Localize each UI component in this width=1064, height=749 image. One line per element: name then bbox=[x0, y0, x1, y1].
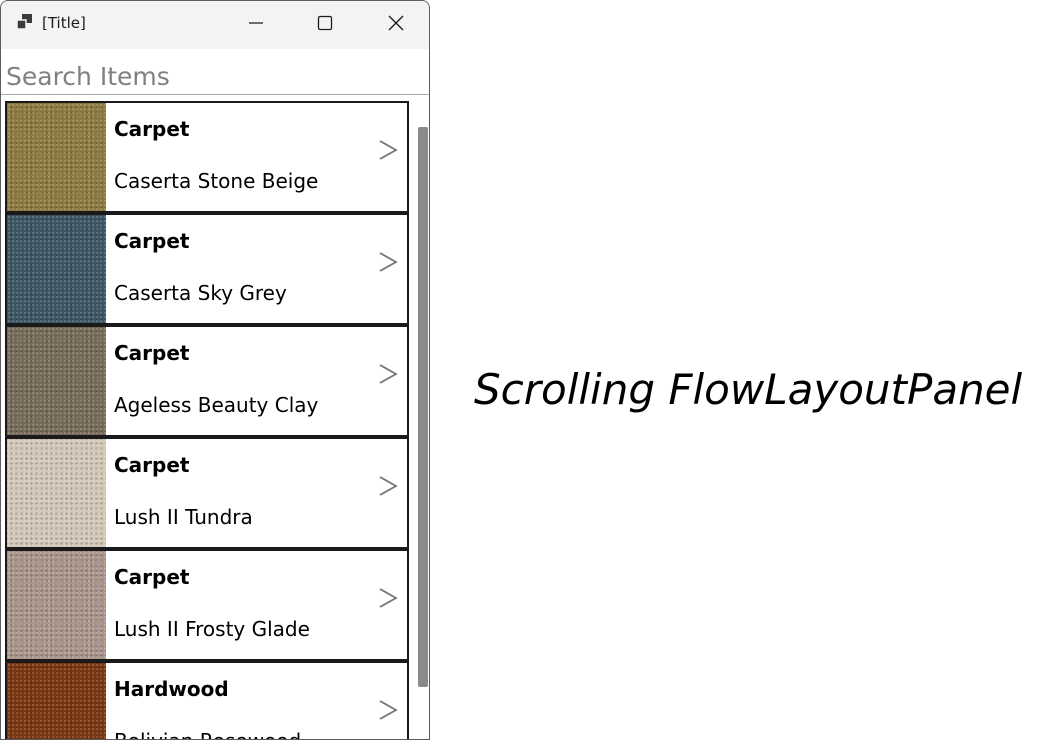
list-item[interactable]: Carpet Caserta Stone Beige bbox=[5, 101, 409, 213]
chevron-right-icon[interactable] bbox=[376, 250, 400, 274]
item-category: Carpet bbox=[114, 229, 190, 253]
app-window: [Title] Carpet Caserta Stone Beige bbox=[0, 0, 430, 740]
item-category: Carpet bbox=[114, 341, 190, 365]
minimize-button[interactable] bbox=[221, 1, 291, 45]
item-category: Hardwood bbox=[114, 677, 229, 701]
window-title: [Title] bbox=[42, 14, 86, 32]
item-category: Carpet bbox=[114, 117, 190, 141]
title-bar[interactable]: [Title] bbox=[1, 1, 429, 49]
item-category: Carpet bbox=[114, 565, 190, 589]
item-thumbnail bbox=[7, 663, 106, 739]
chevron-right-icon[interactable] bbox=[376, 698, 400, 722]
chevron-right-icon[interactable] bbox=[376, 362, 400, 386]
item-thumbnail bbox=[7, 439, 106, 547]
item-category: Carpet bbox=[114, 453, 190, 477]
item-thumbnail bbox=[7, 215, 106, 323]
item-thumbnail bbox=[7, 103, 106, 211]
maximize-button[interactable] bbox=[290, 1, 360, 45]
item-name: Caserta Sky Grey bbox=[114, 281, 287, 305]
maximize-icon bbox=[317, 15, 333, 31]
close-icon bbox=[388, 15, 404, 31]
minimize-icon bbox=[249, 22, 263, 24]
list-item[interactable]: Hardwood Bolivian Rosewood bbox=[5, 661, 409, 739]
item-name: Ageless Beauty Clay bbox=[114, 393, 319, 417]
list-item[interactable]: Carpet Lush II Tundra bbox=[5, 437, 409, 549]
flow-layout-panel[interactable]: Carpet Caserta Stone Beige Carpet Casert… bbox=[1, 97, 429, 739]
item-thumbnail bbox=[7, 327, 106, 435]
item-name: Bolivian Rosewood bbox=[114, 729, 301, 739]
search-input[interactable] bbox=[1, 51, 429, 95]
chevron-right-icon[interactable] bbox=[376, 138, 400, 162]
list-item[interactable]: Carpet Caserta Sky Grey bbox=[5, 213, 409, 325]
item-thumbnail bbox=[7, 551, 106, 659]
list-item[interactable]: Carpet Lush II Frosty Glade bbox=[5, 549, 409, 661]
list-item[interactable]: Carpet Ageless Beauty Clay bbox=[5, 325, 409, 437]
close-button[interactable] bbox=[361, 1, 429, 45]
item-name: Caserta Stone Beige bbox=[114, 169, 319, 193]
chevron-right-icon[interactable] bbox=[376, 586, 400, 610]
app-window-icon bbox=[16, 14, 32, 30]
caption-text: Scrolling FlowLayoutPanel bbox=[474, 365, 1023, 414]
vertical-scrollbar[interactable] bbox=[418, 127, 428, 687]
chevron-right-icon[interactable] bbox=[376, 474, 400, 498]
item-name: Lush II Frosty Glade bbox=[114, 617, 310, 641]
item-name: Lush II Tundra bbox=[114, 505, 253, 529]
